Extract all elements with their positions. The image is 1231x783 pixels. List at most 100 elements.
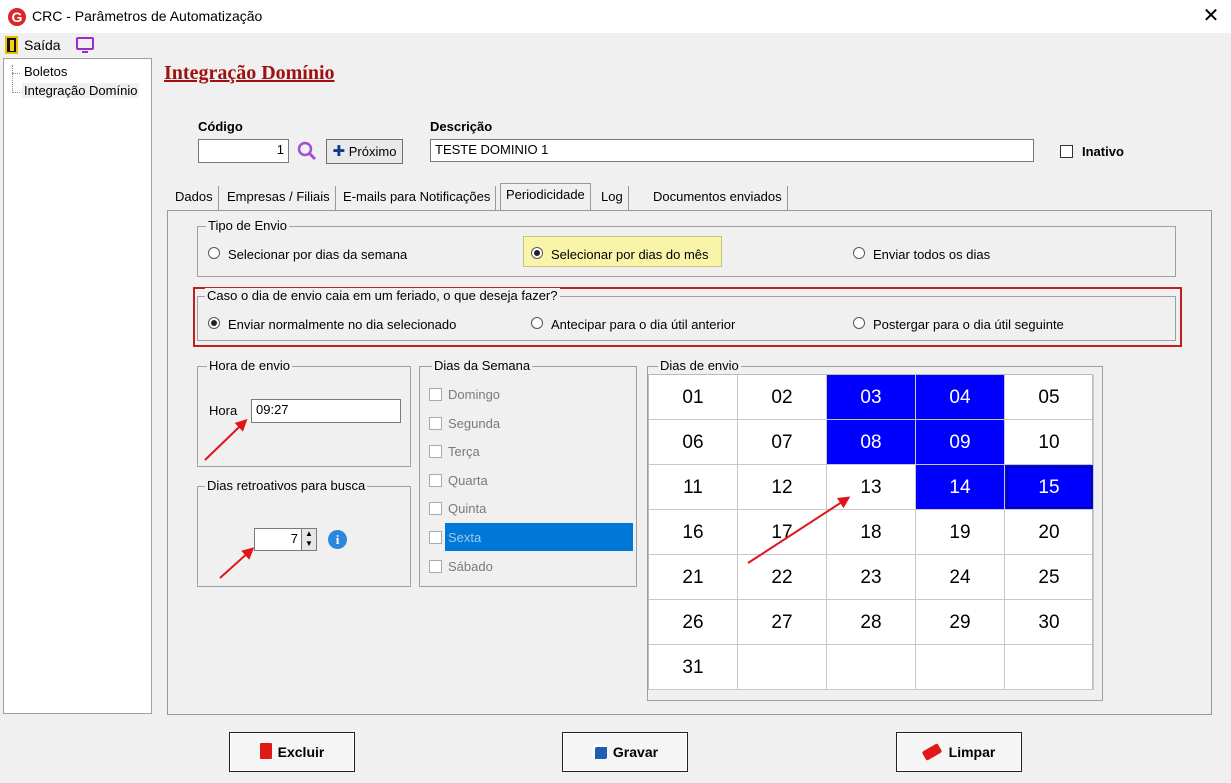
holiday-normal-radio[interactable] xyxy=(208,317,220,329)
day-cell-04[interactable]: 04 xyxy=(916,375,1005,420)
tree-item-integracao-dominio[interactable]: Integração Domínio xyxy=(22,83,140,98)
day-cell-06[interactable]: 06 xyxy=(649,420,738,465)
next-button-label: Próximo xyxy=(348,144,397,159)
lookback-spinner-buttons[interactable]: ▲ ▼ xyxy=(301,528,317,551)
day-cell-09[interactable]: 09 xyxy=(916,420,1005,465)
tab-dados[interactable]: Dados xyxy=(170,186,219,210)
send-type-monthdays-label: Selecionar por dias do mês xyxy=(551,247,709,262)
monitor-icon[interactable] xyxy=(76,37,94,53)
send-type-weekdays-label: Selecionar por dias da semana xyxy=(228,247,408,262)
weekday-checkbox[interactable] xyxy=(429,473,442,487)
day-cell-14[interactable]: 14 xyxy=(916,465,1005,510)
weekday-checkbox[interactable] xyxy=(429,559,442,573)
tab-documentos-enviados[interactable]: Documentos enviados xyxy=(648,186,788,210)
send-days-title: Dias de envio xyxy=(658,358,741,373)
day-cell-03[interactable]: 03 xyxy=(827,375,916,420)
clear-button[interactable]: Limpar xyxy=(896,732,1022,772)
day-cell-18[interactable]: 18 xyxy=(827,510,916,555)
eraser-icon xyxy=(921,743,942,761)
clear-button-label: Limpar xyxy=(948,744,996,760)
window-title: CRC - Parâmetros de Automatização xyxy=(32,8,263,24)
weekday-label: Terça xyxy=(448,444,480,460)
exit-door-icon[interactable] xyxy=(5,36,18,54)
floppy-disk-icon xyxy=(591,744,607,759)
send-time-label: Hora xyxy=(209,403,238,418)
day-cell-20[interactable]: 20 xyxy=(1005,510,1094,555)
plus-icon: ✚ xyxy=(332,143,346,160)
empty-day-cell xyxy=(1005,645,1094,690)
weekday-label: Quinta xyxy=(448,501,487,517)
inactive-checkbox[interactable] xyxy=(1060,145,1073,158)
holiday-after-label: Postergar para o dia útil seguinte xyxy=(873,317,1064,332)
day-cell-02[interactable]: 02 xyxy=(738,375,827,420)
send-type-monthdays-radio[interactable] xyxy=(531,247,543,259)
day-cell-16[interactable]: 16 xyxy=(649,510,738,555)
day-cell-19[interactable]: 19 xyxy=(916,510,1005,555)
send-type-everyday-label: Enviar todos os dias xyxy=(873,247,991,262)
info-icon[interactable]: i xyxy=(328,530,347,549)
send-type-everyday-radio[interactable] xyxy=(853,247,865,259)
lookback-spinner-field[interactable]: 7 xyxy=(254,528,304,551)
tab-emails-notificacoes[interactable]: E-mails para Notificações xyxy=(338,186,497,210)
page-title: Integração Domínio xyxy=(164,62,335,84)
holiday-title: Caso o dia de envio caia em um feriado, … xyxy=(205,288,560,303)
app-logo-icon: G xyxy=(8,8,26,26)
weekday-checkbox[interactable] xyxy=(429,445,442,459)
holiday-normal-label: Enviar normalmente no dia selecionado xyxy=(228,317,457,332)
send-time-title: Hora de envio xyxy=(207,358,292,373)
lookback-title: Dias retroativos para busca xyxy=(205,478,368,493)
tree-connector xyxy=(12,92,20,93)
day-cell-23[interactable]: 23 xyxy=(827,555,916,600)
delete-button[interactable]: Excluir xyxy=(229,732,355,772)
weekday-checkbox[interactable] xyxy=(429,388,442,401)
next-button[interactable]: ✚ Próximo xyxy=(326,139,403,164)
day-cell-26[interactable]: 26 xyxy=(649,600,738,645)
day-cell-12[interactable]: 12 xyxy=(738,465,827,510)
day-cell-21[interactable]: 21 xyxy=(649,555,738,600)
day-cell-05[interactable]: 05 xyxy=(1005,375,1094,420)
send-time-field[interactable]: 09:27 xyxy=(251,399,401,423)
navigation-tree: Boletos Integração Domínio xyxy=(3,58,152,714)
weekday-label: Domingo xyxy=(448,387,501,402)
day-cell-29[interactable]: 29 xyxy=(916,600,1005,645)
spin-up-icon[interactable]: ▲ xyxy=(302,529,316,539)
day-cell-28[interactable]: 28 xyxy=(827,600,916,645)
day-cell-27[interactable]: 27 xyxy=(738,600,827,645)
weekday-checkbox[interactable] xyxy=(429,502,442,516)
weekday-label: Segunda xyxy=(448,415,501,431)
empty-day-cell xyxy=(916,645,1005,690)
trash-icon xyxy=(259,743,272,759)
weekday-label: Sábado xyxy=(448,558,493,574)
code-label: Código xyxy=(198,119,243,134)
day-cell-31[interactable]: 31 xyxy=(649,645,738,690)
day-cell-11[interactable]: 11 xyxy=(649,465,738,510)
tree-item-boletos[interactable]: Boletos xyxy=(22,64,69,79)
close-button[interactable]: ✕ xyxy=(1198,3,1224,29)
day-cell-25[interactable]: 25 xyxy=(1005,555,1094,600)
day-cell-30[interactable]: 30 xyxy=(1005,600,1094,645)
day-cell-10[interactable]: 10 xyxy=(1005,420,1094,465)
weekday-checkbox[interactable] xyxy=(429,416,442,430)
tab-log[interactable]: Log xyxy=(596,186,629,210)
exit-menu-item[interactable]: Saída xyxy=(24,37,61,53)
save-button[interactable]: Gravar xyxy=(562,732,688,772)
code-field[interactable]: 1 xyxy=(198,139,289,163)
day-cell-08[interactable]: 08 xyxy=(827,420,916,465)
holiday-before-radio[interactable] xyxy=(531,317,543,329)
holiday-before-label: Antecipar para o dia útil anterior xyxy=(551,317,736,332)
spin-down-icon[interactable]: ▼ xyxy=(302,539,316,549)
save-button-label: Gravar xyxy=(612,744,659,760)
tab-empresas-filiais[interactable]: Empresas / Filiais xyxy=(222,186,336,210)
description-field[interactable]: TESTE DOMINIO 1 xyxy=(430,139,1034,162)
day-cell-24[interactable]: 24 xyxy=(916,555,1005,600)
day-cell-17[interactable]: 17 xyxy=(738,510,827,555)
tab-periodicidade[interactable]: Periodicidade xyxy=(500,183,591,211)
day-cell-15[interactable]: 15 xyxy=(1005,465,1094,510)
send-type-weekdays-radio[interactable] xyxy=(208,247,220,259)
holiday-after-radio[interactable] xyxy=(853,317,865,329)
weekday-checkbox[interactable] xyxy=(429,531,442,544)
search-icon[interactable] xyxy=(296,140,318,162)
day-cell-07[interactable]: 07 xyxy=(738,420,827,465)
day-cell-01[interactable]: 01 xyxy=(649,375,738,420)
weekday-label: Sexta xyxy=(448,530,482,545)
